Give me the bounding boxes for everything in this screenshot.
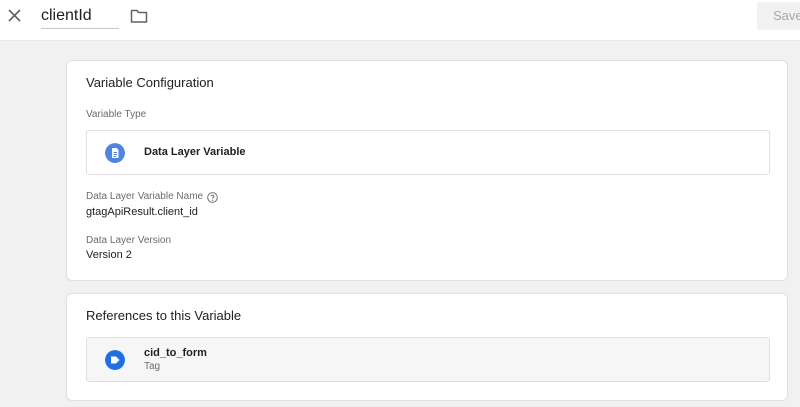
folder-icon[interactable] — [130, 8, 148, 24]
save-button[interactable]: Save — [757, 2, 800, 30]
close-icon[interactable] — [4, 6, 24, 26]
tag-icon — [105, 350, 125, 370]
variable-type-name: Data Layer Variable — [144, 146, 246, 158]
card-title: References to this Variable — [86, 308, 242, 323]
document-icon — [105, 143, 125, 163]
data-layer-variable-name-value: gtagApiResult.client_id — [86, 206, 198, 218]
reference-name: cid_to_form — [144, 347, 207, 359]
variable-type-label: Variable Type — [86, 109, 147, 120]
variable-type-selector[interactable]: Data Layer Variable — [86, 130, 770, 175]
references-card: References to this Variable cid_to_form … — [66, 293, 788, 401]
reference-item[interactable]: cid_to_form Tag — [86, 337, 770, 382]
variable-name-input[interactable] — [41, 4, 119, 29]
header-bar: Save — [0, 0, 800, 41]
data-layer-version-value: Version 2 — [86, 249, 132, 261]
help-icon[interactable] — [207, 192, 218, 203]
variable-configuration-card: Variable Configuration Variable Type Dat… — [66, 60, 788, 281]
reference-type: Tag — [144, 361, 161, 372]
data-layer-variable-name-label: Data Layer Variable Name — [86, 191, 204, 202]
data-layer-version-label: Data Layer Version — [86, 235, 172, 246]
card-title: Variable Configuration — [86, 75, 214, 90]
